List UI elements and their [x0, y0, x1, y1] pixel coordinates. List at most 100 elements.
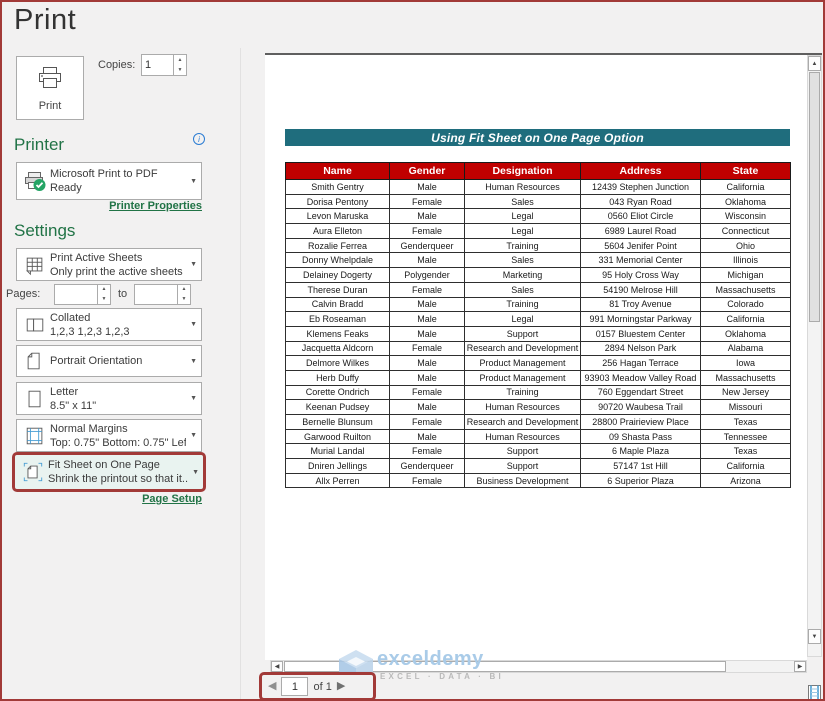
table-cell: Male: [390, 356, 465, 371]
table-cell: 043 Ryan Road: [581, 194, 701, 209]
table-cell: 81 Troy Avenue: [581, 297, 701, 312]
table-cell: Connecticut: [701, 224, 791, 239]
table-cell: 93903 Meadow Valley Road: [581, 370, 701, 385]
table-cell: 6 Maple Plaza: [581, 444, 701, 459]
spin-up-icon[interactable]: ▲: [98, 285, 110, 295]
page-setup-link[interactable]: Page Setup: [2, 493, 202, 505]
table-cell: 991 Morningstar Parkway: [581, 312, 701, 327]
info-icon[interactable]: i: [193, 133, 205, 145]
table-cell: California: [701, 180, 791, 195]
copies-spinner[interactable]: ▲ ▼: [173, 55, 186, 75]
table-cell: Female: [390, 341, 465, 356]
spin-down-icon[interactable]: ▼: [98, 295, 110, 305]
table-cell: 95 Holy Cross Way: [581, 268, 701, 283]
table-cell: 6989 Laurel Road: [581, 224, 701, 239]
table-cell: California: [701, 459, 791, 474]
orientation-select[interactable]: Portrait Orientation ▼: [16, 345, 202, 377]
table-cell: Bernelle Blunsum: [286, 415, 390, 430]
scaling-select-fit-sheet-highlighted[interactable]: Fit Sheet on One Page Shrink the printou…: [12, 452, 206, 492]
table-cell: Alabama: [701, 341, 791, 356]
table-row: Levon MaruskaMaleLegal0560 Eliot CircleW…: [286, 209, 791, 224]
scroll-right-icon[interactable]: ▶: [794, 661, 806, 672]
table-header-cell: Name: [286, 163, 390, 180]
table-cell: Arizona: [701, 473, 791, 488]
printer-ready-icon: [20, 168, 50, 194]
margins-select[interactable]: Normal Margins Top: 0.75" Bottom: 0.75" …: [16, 419, 202, 452]
next-page-icon[interactable]: ▶: [337, 681, 345, 692]
pages-from-stepper[interactable]: ▲ ▼: [54, 284, 111, 305]
portrait-icon: [20, 350, 50, 372]
table-cell: Klemens Feaks: [286, 326, 390, 341]
collation-select[interactable]: Collated 1,2,3 1,2,3 1,2,3 ▼: [16, 308, 202, 341]
spin-down-icon[interactable]: ▼: [178, 295, 190, 305]
spin-up-icon[interactable]: ▲: [178, 285, 190, 295]
table-cell: Dorisa Pentony: [286, 194, 390, 209]
table-row: Therese DuranFemaleSales54190 Melrose Hi…: [286, 282, 791, 297]
chevron-down-icon: ▼: [186, 178, 197, 185]
table-cell: Male: [390, 180, 465, 195]
vertical-scroll-thumb[interactable]: [809, 72, 820, 322]
table-cell: Support: [465, 326, 581, 341]
table-cell: Female: [390, 473, 465, 488]
table-cell: Legal: [465, 209, 581, 224]
table-cell: Tennessee: [701, 429, 791, 444]
active-sheets-icon: [20, 254, 50, 276]
copies-stepper[interactable]: ▲ ▼: [141, 54, 187, 76]
table-cell: 0157 Bluestem Center: [581, 326, 701, 341]
panel-divider: [240, 48, 241, 701]
table-cell: Male: [390, 326, 465, 341]
table-cell: Eb Roseaman: [286, 312, 390, 327]
table-cell: Oklahoma: [701, 194, 791, 209]
letter-icon: [20, 388, 50, 410]
table-header-cell: State: [701, 163, 791, 180]
spin-down-icon[interactable]: ▼: [174, 65, 186, 75]
table-cell: Delainey Dogerty: [286, 268, 390, 283]
printer-section-heading: Printer: [14, 135, 64, 155]
table-cell: Support: [465, 459, 581, 474]
settings-section-heading: Settings: [14, 221, 75, 241]
table-cell: Illinois: [701, 253, 791, 268]
pages-to-stepper[interactable]: ▲ ▼: [134, 284, 191, 305]
table-cell: Female: [390, 194, 465, 209]
scroll-up-icon[interactable]: ▲: [808, 56, 821, 71]
scroll-left-icon[interactable]: ◀: [271, 661, 283, 672]
pages-from-input[interactable]: [55, 285, 97, 304]
table-cell: Female: [390, 385, 465, 400]
table-cell: Business Development: [465, 473, 581, 488]
print-button[interactable]: Print: [16, 56, 84, 120]
copies-input[interactable]: [142, 55, 173, 75]
watermark-tagline: EXCEL · DATA · BI: [380, 672, 504, 681]
chevron-down-icon: ▼: [186, 432, 197, 439]
table-cell: Genderqueer: [390, 459, 465, 474]
table-cell: Allx Perren: [286, 473, 390, 488]
table-cell: Male: [390, 253, 465, 268]
vertical-scrollbar[interactable]: ▲ ▼: [807, 55, 822, 657]
horizontal-scroll-thumb[interactable]: [284, 661, 726, 672]
pages-to-label: to: [118, 288, 127, 300]
option-title: Letter: [50, 385, 186, 399]
printer-select[interactable]: Microsoft Print to PDF Ready ▼: [16, 162, 202, 200]
printer-properties-link[interactable]: Printer Properties: [2, 200, 202, 212]
option-subtitle: Top: 0.75" Bottom: 0.75" Lef...: [50, 436, 186, 450]
table-cell: Training: [465, 238, 581, 253]
table-cell: 0560 Eliot Circle: [581, 209, 701, 224]
printer-status: Ready: [50, 181, 186, 195]
spin-up-icon[interactable]: ▲: [174, 55, 186, 65]
print-button-label: Print: [39, 100, 62, 112]
table-row: Jacquetta AldcornFemaleResearch and Deve…: [286, 341, 791, 356]
table-row: Rozalie FerreaGenderqueerTraining5604 Je…: [286, 238, 791, 253]
pages-to-input[interactable]: [135, 285, 177, 304]
previous-page-icon[interactable]: ◀: [268, 681, 276, 692]
table-header-row: NameGenderDesignationAddressState: [286, 163, 791, 180]
print-what-select[interactable]: Print Active Sheets Only print the activ…: [16, 248, 202, 281]
table-cell: New Jersey: [701, 385, 791, 400]
table-cell: Training: [465, 385, 581, 400]
chevron-down-icon: ▼: [186, 358, 197, 365]
table-cell: Human Resources: [465, 180, 581, 195]
show-margins-toggle-icon[interactable]: [808, 685, 821, 701]
paper-size-select[interactable]: Letter 8.5" x 11" ▼: [16, 382, 202, 415]
scroll-down-icon[interactable]: ▼: [808, 629, 821, 644]
table-cell: 28800 Prairieview Place: [581, 415, 701, 430]
current-page-input[interactable]: [281, 677, 308, 696]
table-cell: 256 Hagan Terrace: [581, 356, 701, 371]
